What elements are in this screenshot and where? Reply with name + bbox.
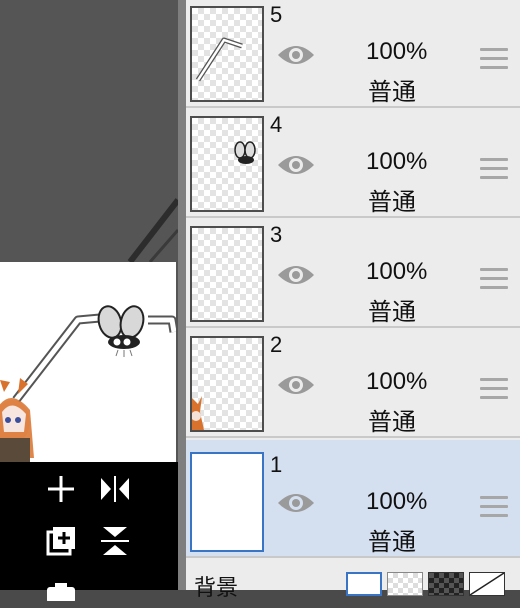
eye-icon[interactable] xyxy=(276,150,316,180)
canvas-backdrop xyxy=(0,0,178,264)
layer-row-3[interactable]: 3 100% 普通 xyxy=(186,220,520,328)
eye-icon[interactable] xyxy=(276,370,316,400)
layer-blend-mode[interactable]: 普通 xyxy=(368,402,416,437)
layer-blend-mode[interactable]: 普通 xyxy=(368,72,416,107)
layer-thumbnail xyxy=(190,452,264,552)
drag-handle-icon[interactable] xyxy=(480,48,508,70)
layer-number: 1 xyxy=(270,452,283,477)
background-light-checker-swatch[interactable] xyxy=(387,572,423,596)
canvas-toolbar xyxy=(0,462,178,601)
layer-number: 3 xyxy=(270,222,283,247)
layer-blend-mode[interactable]: 普通 xyxy=(368,292,416,327)
layer-blend-mode[interactable]: 普通 xyxy=(368,182,416,217)
artwork-canvas[interactable] xyxy=(0,262,176,462)
layer-opacity[interactable]: 100% xyxy=(366,38,427,66)
layer-blend-mode[interactable]: 普通 xyxy=(368,522,416,557)
layer-opacity[interactable]: 100% xyxy=(366,148,427,176)
layer-row-1[interactable]: 1 100% 普通 xyxy=(186,440,520,558)
layer-row-2[interactable]: 2 100% 普通 xyxy=(186,330,520,438)
background-dark-checker-swatch[interactable] xyxy=(428,572,464,596)
layer-number: 2 xyxy=(270,332,283,357)
drag-handle-icon[interactable] xyxy=(480,158,508,180)
layer-number: 5 xyxy=(270,2,283,27)
plus-icon[interactable] xyxy=(44,472,78,506)
background-white-swatch[interactable] xyxy=(346,572,382,596)
artwork-drawing xyxy=(0,305,176,462)
layer-row-5[interactable]: 5 100% 普通 xyxy=(186,0,520,108)
layer-opacity[interactable]: 100% xyxy=(366,258,427,286)
canvas-edge-lines xyxy=(127,198,178,264)
background-none-swatch[interactable] xyxy=(469,572,505,596)
layer-thumbnail xyxy=(190,116,264,212)
panel-divider[interactable] xyxy=(178,0,186,590)
eye-icon[interactable] xyxy=(276,40,316,70)
layer-row-4[interactable]: 4 100% 普通 xyxy=(186,110,520,218)
background-row: 背景 xyxy=(186,560,520,601)
layer-panel: 5 100% 普通 4 100% 普通 3 100% 普通 2 100% 普通 … xyxy=(186,0,520,601)
drag-handle-icon[interactable] xyxy=(480,378,508,400)
drag-handle-icon[interactable] xyxy=(480,268,508,290)
layer-thumbnail xyxy=(190,226,264,322)
eye-icon[interactable] xyxy=(276,260,316,290)
layer-number: 4 xyxy=(270,112,283,137)
flip-horizontal-icon[interactable] xyxy=(98,472,132,506)
camera-icon[interactable] xyxy=(44,574,78,608)
layer-thumbnail xyxy=(190,6,264,102)
add-layer-icon[interactable] xyxy=(44,524,78,558)
eye-icon[interactable] xyxy=(276,488,316,518)
layer-thumbnail xyxy=(190,336,264,432)
background-label: 背景 xyxy=(194,576,239,601)
flip-vertical-icon[interactable] xyxy=(98,524,132,558)
layer-opacity[interactable]: 100% xyxy=(366,368,427,396)
drag-handle-icon[interactable] xyxy=(480,496,508,518)
layer-opacity[interactable]: 100% xyxy=(366,488,427,516)
